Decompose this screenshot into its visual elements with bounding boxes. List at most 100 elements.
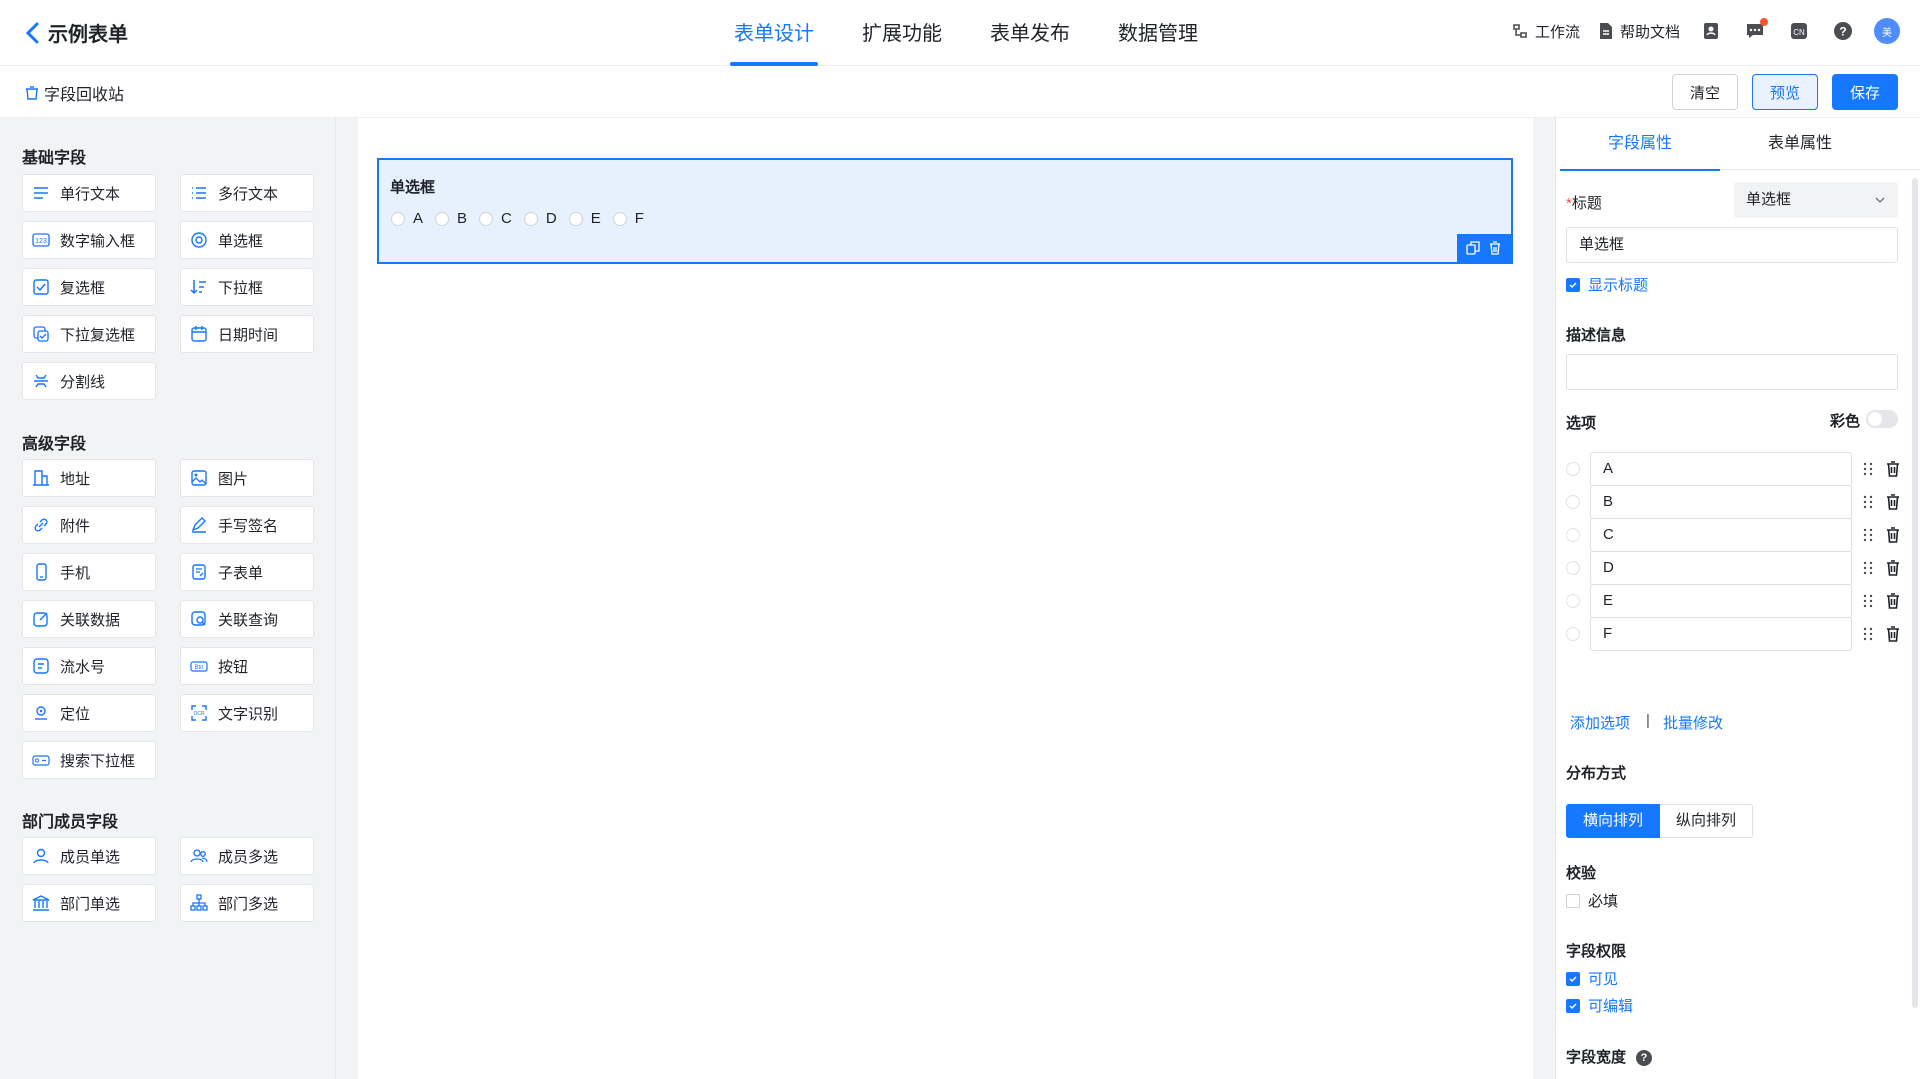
field-signature[interactable]: 手写签名 (180, 506, 314, 544)
title-input[interactable]: 单选框 (1566, 227, 1898, 263)
field-serial-number[interactable]: 流水号 (22, 647, 156, 685)
drag-handle-icon[interactable] (1862, 495, 1874, 509)
tab-field-properties[interactable]: 字段属性 (1560, 118, 1720, 171)
field-ocr[interactable]: OCR 文字识别 (180, 694, 314, 732)
user-avatar[interactable]: 美 (1874, 18, 1900, 44)
radio-option[interactable]: A (391, 210, 423, 227)
help-docs-button[interactable]: 帮助文档 (1598, 21, 1680, 42)
option-default-radio[interactable] (1566, 528, 1580, 542)
clear-button[interactable]: 清空 (1672, 74, 1738, 110)
option-input[interactable]: E (1590, 584, 1852, 618)
help-icon[interactable]: ? (1636, 1050, 1653, 1067)
field-multi-dropdown[interactable]: 下拉复选框 (22, 315, 156, 353)
preview-button[interactable]: 预览 (1752, 74, 1818, 110)
trash-icon[interactable] (1886, 527, 1900, 543)
trash-icon[interactable] (1886, 626, 1900, 642)
contacts-icon[interactable] (1698, 18, 1724, 44)
field-datetime[interactable]: 日期时间 (180, 315, 314, 353)
tab-data-management[interactable]: 数据管理 (1114, 0, 1202, 66)
selected-radio-field[interactable]: 单选框 A B C D E F (377, 158, 1513, 264)
drag-handle-icon[interactable] (1862, 528, 1874, 542)
option-default-radio[interactable] (1566, 561, 1580, 575)
field-dropdown[interactable]: 下拉框 (180, 268, 314, 306)
drag-handle-icon[interactable] (1862, 627, 1874, 641)
drag-handle-icon[interactable] (1862, 594, 1874, 608)
option-input[interactable]: C (1590, 518, 1852, 552)
radio-icon (191, 232, 207, 248)
help-icon[interactable]: ? (1830, 18, 1856, 44)
option-default-radio[interactable] (1566, 594, 1580, 608)
field-address[interactable]: 地址 (22, 459, 156, 497)
field-type-select[interactable]: 单选框 (1734, 182, 1898, 218)
field-related-query[interactable]: 关联查询 (180, 600, 314, 638)
drag-handle-icon[interactable] (1862, 561, 1874, 575)
field-divider[interactable]: 分割线 (22, 362, 156, 400)
layout-horizontal-button[interactable]: 横向排列 (1566, 804, 1661, 838)
tab-publish[interactable]: 表单发布 (986, 0, 1074, 66)
checkbox-unchecked (1566, 893, 1580, 908)
radio-option[interactable]: F (612, 210, 644, 227)
divider-icon (34, 374, 48, 388)
option-input[interactable]: A (1590, 452, 1852, 486)
form-canvas: 单选框 A B C D E F (358, 118, 1533, 1079)
pen-icon (191, 517, 206, 533)
trash-icon[interactable] (1886, 494, 1900, 510)
option-default-radio[interactable] (1566, 627, 1580, 641)
options-label: 选项 (1566, 415, 1597, 432)
sort-down-icon (190, 280, 206, 295)
field-checkbox[interactable]: 复选框 (22, 268, 156, 306)
workflow-button[interactable]: 工作流 (1511, 21, 1580, 42)
trash-icon[interactable] (1886, 461, 1900, 477)
field-number-input[interactable]: 123 数字输入框 (22, 221, 156, 259)
tab-form-design[interactable]: 表单设计 (730, 0, 818, 66)
field-related-data[interactable]: 关联数据 (22, 600, 156, 638)
tab-extensions[interactable]: 扩展功能 (858, 0, 946, 66)
field-single-line-text[interactable]: 单行文本 (22, 174, 156, 212)
editable-checkbox[interactable]: 可编辑 (1566, 995, 1633, 1016)
field-image[interactable]: 图片 (180, 459, 314, 497)
option-input[interactable]: B (1590, 485, 1852, 519)
radio-option[interactable]: E (568, 210, 601, 227)
field-department-single[interactable]: 部门单选 (22, 884, 156, 922)
trash-icon[interactable] (1886, 593, 1900, 609)
field-multi-line-text[interactable]: 多行文本 (180, 174, 314, 212)
field-radio[interactable]: 单选框 (180, 221, 314, 259)
radio-option[interactable]: B (435, 210, 467, 227)
field-member-multi[interactable]: 成员多选 (180, 837, 314, 875)
field-member-single[interactable]: 成员单选 (22, 837, 156, 875)
option-default-radio[interactable] (1566, 495, 1580, 509)
radio-option[interactable]: C (479, 210, 512, 227)
radio-option[interactable]: D (523, 210, 557, 227)
save-button[interactable]: 保存 (1832, 74, 1898, 110)
option-default-radio[interactable] (1566, 462, 1580, 476)
drag-handle-icon[interactable] (1862, 462, 1874, 476)
back-button[interactable]: 示例表单 (24, 18, 128, 47)
trash-icon[interactable] (1488, 241, 1502, 255)
field-location[interactable]: 定位 (22, 694, 156, 732)
field-phone[interactable]: 手机 (22, 553, 156, 591)
color-toggle[interactable] (1866, 410, 1898, 428)
message-icon[interactable] (1742, 18, 1768, 44)
batch-edit-link[interactable]: 批量修改 (1663, 712, 1723, 733)
copy-icon[interactable] (1466, 241, 1480, 255)
recycle-label: 字段回收站 (44, 87, 125, 104)
field-department-multi[interactable]: 部门多选 (180, 884, 314, 922)
add-option-link[interactable]: 添加选项 (1570, 712, 1630, 733)
visible-checkbox[interactable]: 可见 (1566, 968, 1618, 989)
link-separator: | (1646, 712, 1650, 729)
trash-icon[interactable] (1886, 560, 1900, 576)
option-input[interactable]: F (1590, 617, 1852, 651)
field-recycle-bin[interactable]: 字段回收站 (24, 81, 124, 105)
description-input[interactable] (1566, 354, 1898, 390)
language-icon[interactable]: CN (1786, 18, 1812, 44)
show-title-checkbox[interactable]: 显示标题 (1566, 274, 1648, 295)
scrollbar[interactable] (1912, 178, 1918, 1008)
layout-vertical-button[interactable]: 纵向排列 (1660, 804, 1754, 838)
field-search-dropdown[interactable]: 搜索下拉框 (22, 741, 156, 779)
tab-form-properties[interactable]: 表单属性 (1720, 118, 1880, 170)
option-input[interactable]: D (1590, 551, 1852, 585)
field-button[interactable]: Btn 按钮 (180, 647, 314, 685)
field-attachment[interactable]: 附件 (22, 506, 156, 544)
field-subform[interactable]: 子表单 (180, 553, 314, 591)
required-checkbox[interactable]: 必填 (1566, 890, 1618, 911)
